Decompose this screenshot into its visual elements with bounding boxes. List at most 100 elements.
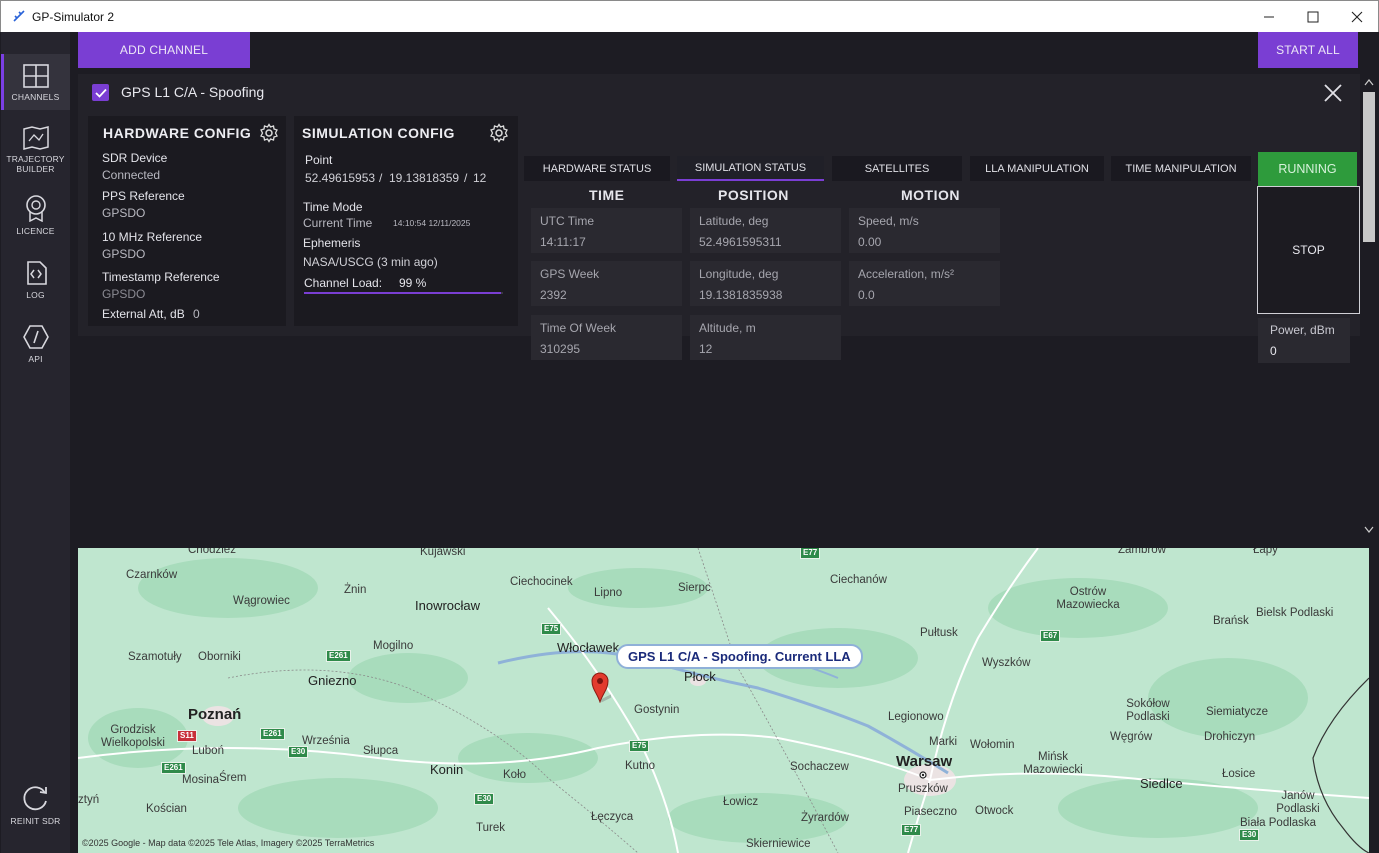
map-place-label: Sokółow Podlaski [1126,698,1170,723]
map-place-label: Poznań [188,706,242,723]
sidebar-item-label: REINIT SDR [10,816,61,826]
map-place-label: Mogilno [373,640,414,652]
road-shield: E77 [901,824,922,836]
close-channel-icon[interactable] [1322,82,1344,104]
start-all-button[interactable]: START ALL [1258,32,1358,68]
map-place-label: ztyń [78,794,100,806]
road-shield: E77 [800,548,821,559]
maximize-button[interactable] [1291,1,1335,32]
road-shield: E30 [474,793,495,805]
map-place-label: Konin [430,762,464,777]
map-place-label: Grodzisk Wielkopolski [101,724,165,749]
time-mode-label: Time Mode [303,200,363,214]
sidebar-item-trajectory-builder[interactable]: TRAJECTORY BUILDER [1,126,70,184]
close-icon [1351,11,1363,22]
sidebar-item-api[interactable]: API [1,324,70,368]
reinit-sdr-button[interactable]: REINIT SDR [1,784,70,828]
gps-week-field: GPS Week 2392 [531,261,682,306]
scrollbar-thumb[interactable] [1363,92,1375,242]
capital-marker-icon [919,771,927,779]
point-longitude: 19.13818359 [389,171,460,185]
sdr-device-label: SDR Device [102,151,168,165]
channel-load-bar [304,292,501,294]
map-place-label: Koło [503,769,527,781]
map-place-label: Kutno [625,760,656,772]
sidebar-item-label: LICENCE [16,226,55,236]
map-place-label: Zambrów [1118,548,1166,556]
map-place-label: Marki [929,736,958,748]
tab-lla-manipulation[interactable]: LLA MANIPULATION [970,156,1104,181]
close-window-button[interactable] [1335,1,1379,32]
field-value: 52.4961595311 [699,235,782,249]
map-place-label: Sochaczew [790,761,849,773]
map-place-label: Żnin [344,584,367,596]
map-place-label: Brańsk [1213,615,1249,627]
time-mode-timestamp: 14:10:54 12/11/2025 [393,218,471,228]
map-place-label: Turek [476,822,505,834]
map-place-label: Ciechocinek [510,576,573,588]
tab-time-manipulation[interactable]: TIME MANIPULATION [1111,156,1251,181]
map-place-label: Śrem [219,772,247,784]
map-place-label: Kujawski [420,548,466,558]
channel-panel: GPS L1 C/A - Spoofing HARDWARE CONFIG SD… [78,74,1360,363]
map-place-label: Mińsk Mazowiecki [1023,751,1083,776]
sidebar: CHANNELS TRAJECTORY BUILDER LICENCE LOG … [1,32,70,853]
map-place-label: Oborniki [198,651,241,663]
map-place-label: Janów Podlaski [1276,790,1320,815]
map-place-label: Ciechanów [830,574,887,586]
field-label: Longitude, deg [699,267,779,281]
minimize-button[interactable] [1247,1,1291,32]
map-place-label: Siedlce [1140,776,1183,791]
map-place-label: Otwock [975,805,1014,817]
tab-simulation-status[interactable]: SIMULATION STATUS [677,156,824,181]
window-title: GP-Simulator 2 [32,10,115,24]
map-place-label: Bielsk Podlaski [1256,607,1334,619]
map-place-label: Żyrardów [801,812,849,824]
channel-enable-checkbox[interactable] [92,84,109,101]
ephemeris-label: Ephemeris [303,236,361,250]
hardware-config-card: HARDWARE CONFIG SDR Device Connected PPS… [88,116,286,326]
altitude-field: Altitude, m 12 [690,315,841,360]
point-label: Point [305,153,333,167]
map-place-label: Gostynin [634,704,680,716]
main-area: ADD CHANNEL START ALL GPS L1 C/A - Spoof… [70,32,1379,853]
road-shield: E261 [326,650,351,662]
sidebar-item-log[interactable]: LOG [1,260,70,304]
map-place-label: Piaseczno [904,806,958,818]
map-place-label: Słupca [363,745,399,757]
tab-satellites[interactable]: SATELLITES [832,156,962,181]
sidebar-item-licence[interactable]: LICENCE [1,194,70,238]
sidebar-item-channels[interactable]: CHANNELS [1,54,70,110]
channel-load-label: Channel Load: [304,276,383,290]
field-label: Time Of Week [540,321,617,335]
marker-label: GPS L1 C/A - Spoofing. Current LLA [616,644,863,669]
field-value: 12 [699,342,713,356]
point-latitude: 52.49615953 [305,171,376,185]
sidebar-item-label: TRAJECTORY [6,154,65,164]
map-place-label: Warsaw [896,753,953,770]
field-value: 0.00 [858,235,882,249]
map-place-label: Inowrocław [415,598,481,613]
simulation-settings-gear-icon[interactable] [489,123,509,143]
map-place-label: Szamotuły [128,651,182,663]
stop-button[interactable]: STOP [1257,186,1360,314]
motion-column-heading: MOTION [901,187,960,203]
field-label: UTC Time [540,214,594,228]
mhz-reference-label: 10 MHz Reference [102,230,203,244]
map-place-label: Węgrów [1110,731,1153,743]
minimize-icon [1264,16,1274,17]
map-view[interactable]: Chodzież Kujawski Czarnków Ciechocinek L… [78,548,1369,853]
map-place-label: Biała Podlaska [1240,817,1317,829]
running-status-badge: RUNNING [1258,152,1357,186]
hardware-settings-gear-icon[interactable] [259,123,279,143]
scroll-down-icon[interactable] [1364,526,1374,534]
tab-hardware-status[interactable]: HARDWARE STATUS [524,156,670,181]
scroll-up-icon[interactable] [1364,78,1374,86]
external-att-label: External Att, dB [102,307,185,321]
hardware-config-heading: HARDWARE CONFIG [103,125,252,141]
sidebar-item-label: API [28,354,43,364]
add-channel-button[interactable]: ADD CHANNEL [78,32,250,68]
panel-scrollbar[interactable] [1360,74,1378,540]
location-pin-icon[interactable] [589,669,611,703]
time-column-heading: TIME [589,187,625,203]
